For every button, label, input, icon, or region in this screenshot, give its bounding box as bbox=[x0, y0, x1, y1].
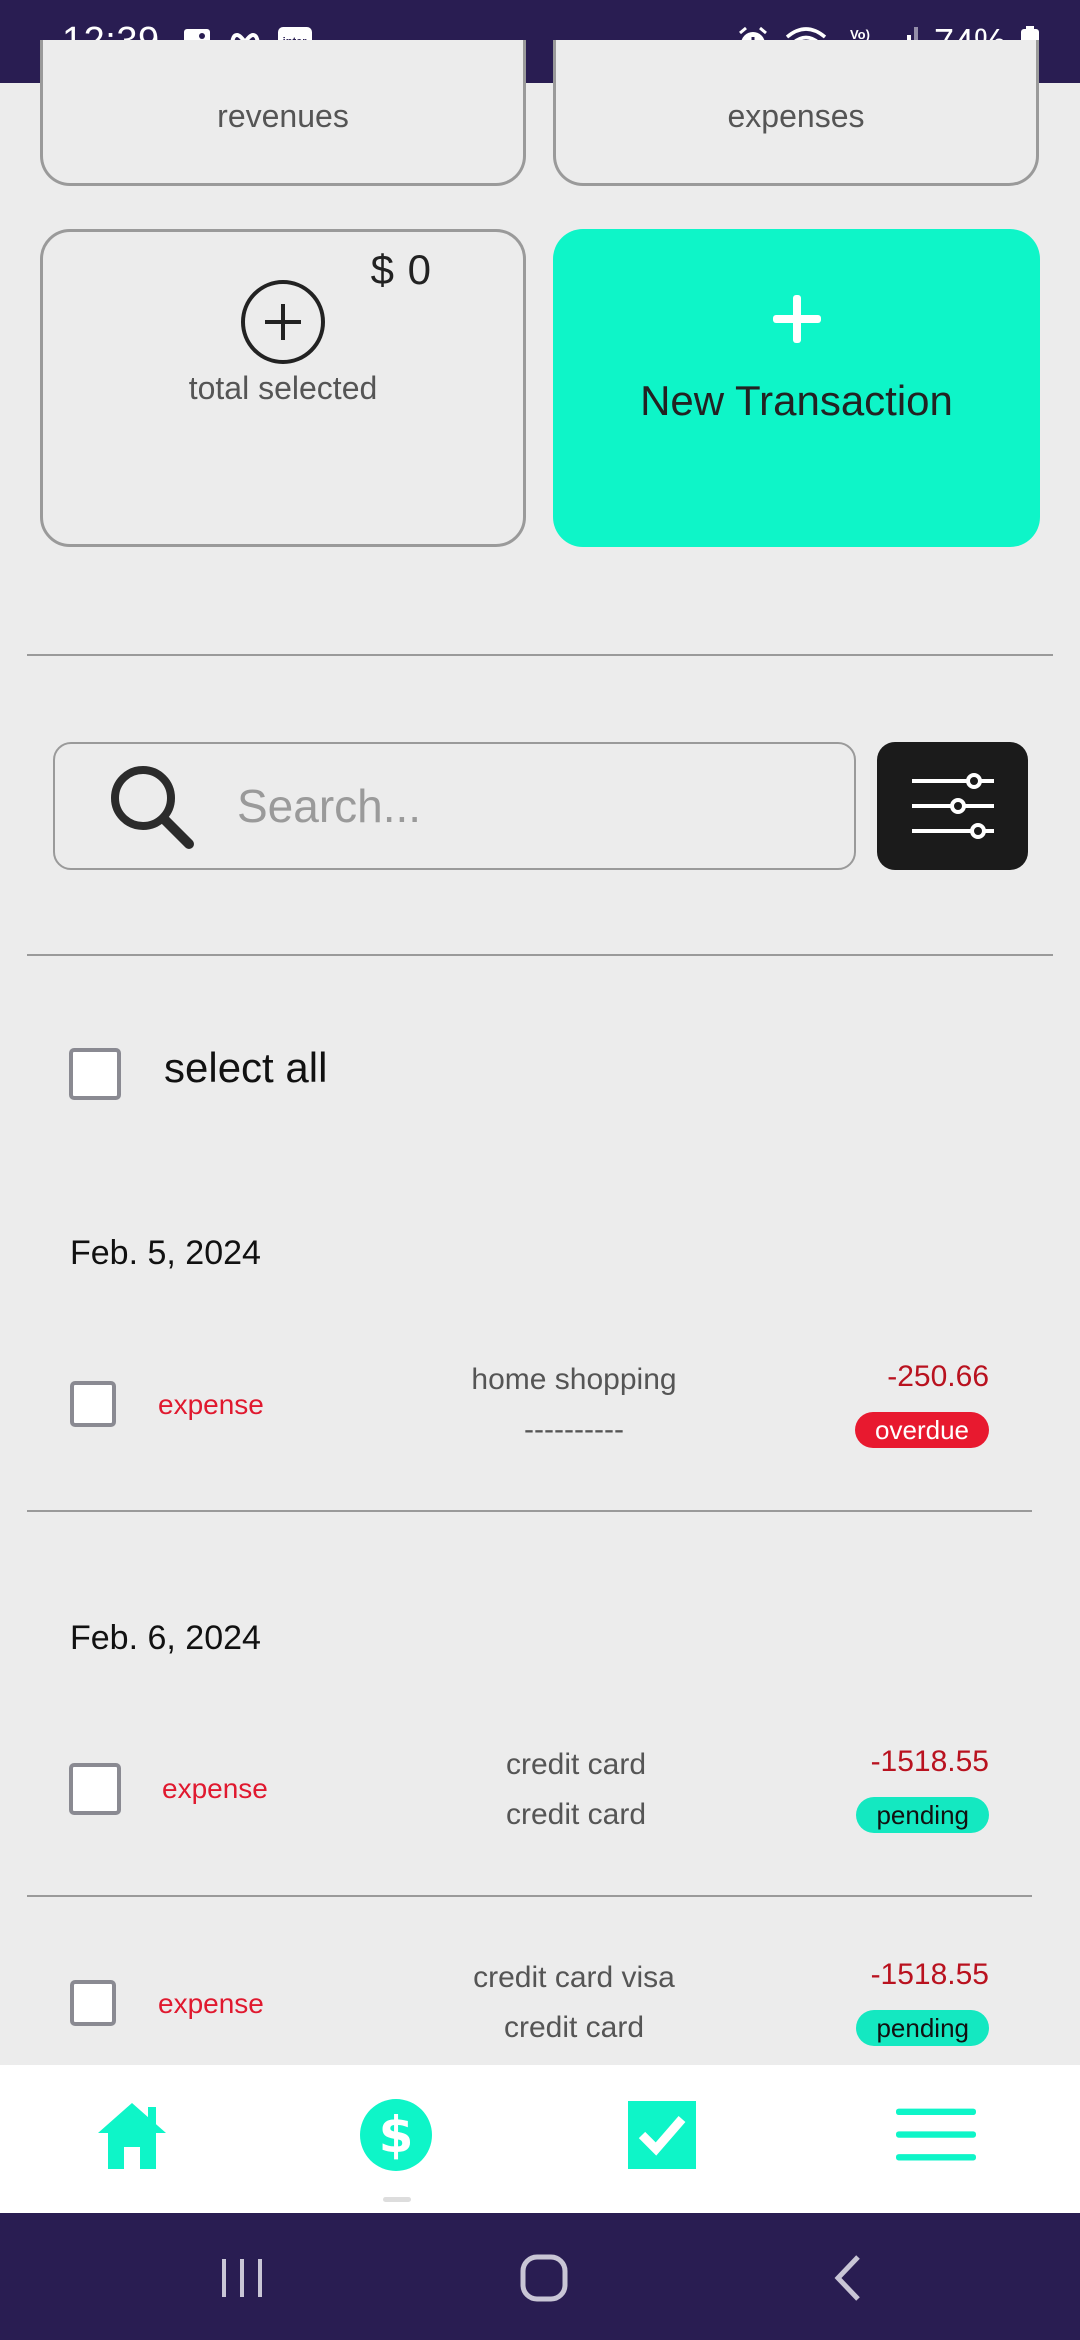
revenues-label: revenues bbox=[217, 98, 349, 134]
search-icon bbox=[111, 766, 194, 849]
transaction-title: credit card bbox=[505, 1748, 647, 1781]
recent-apps-icon bbox=[222, 2259, 262, 2297]
search-input[interactable] bbox=[237, 779, 797, 833]
svg-text:$: $ bbox=[379, 2106, 414, 2164]
menu-icon bbox=[896, 2108, 976, 2161]
transaction-amount: -250.66 bbox=[887, 1360, 989, 1393]
nav-menu[interactable] bbox=[896, 2095, 976, 2175]
transaction-title: credit card visa bbox=[473, 1961, 675, 1994]
home-system-button[interactable] bbox=[514, 2248, 574, 2308]
total-amount: $ 0 bbox=[370, 246, 432, 293]
transaction-type: expense bbox=[162, 1773, 268, 1804]
row-divider bbox=[27, 1895, 1032, 1897]
date-header: Feb. 6, 2024 bbox=[70, 1619, 261, 1657]
nav-tasks[interactable] bbox=[622, 2095, 702, 2175]
search-box[interactable] bbox=[53, 742, 856, 870]
nav-transactions[interactable]: $ bbox=[356, 2095, 436, 2175]
transaction-description: credit card visa credit card bbox=[424, 1953, 724, 2053]
transaction-subtitle: ---------- bbox=[524, 1413, 624, 1446]
system-nav-bar bbox=[0, 2213, 1080, 2340]
section-divider bbox=[27, 954, 1053, 956]
new-transaction-button[interactable]: New Transaction bbox=[553, 229, 1040, 547]
transaction-type: expense bbox=[158, 1389, 264, 1420]
back-chevron-icon bbox=[834, 2255, 860, 2301]
dollar-icon: $ bbox=[360, 2099, 432, 2171]
status-badge: pending bbox=[856, 2010, 989, 2046]
total-selected-label: total selected bbox=[188, 370, 378, 406]
status-badge: overdue bbox=[855, 1412, 989, 1448]
bottom-nav: $ bbox=[0, 2065, 1080, 2213]
filter-button[interactable] bbox=[877, 742, 1028, 870]
date-header: Feb. 5, 2024 bbox=[70, 1234, 261, 1272]
transaction-title: home shopping bbox=[471, 1363, 677, 1396]
transaction-amount: -1518.55 bbox=[870, 1745, 989, 1778]
plus-icon bbox=[772, 295, 821, 343]
active-nav-indicator bbox=[383, 2197, 411, 2202]
transaction-checkbox[interactable] bbox=[70, 1381, 116, 1427]
row-divider bbox=[27, 1510, 1032, 1512]
transaction-description: credit card credit card bbox=[426, 1740, 726, 1840]
home-circle-icon bbox=[520, 2254, 568, 2302]
revenues-card[interactable]: revenues bbox=[40, 40, 526, 186]
expenses-label: expenses bbox=[727, 98, 865, 134]
status-badge: pending bbox=[856, 1797, 989, 1833]
transaction-subtitle: credit card bbox=[505, 1798, 647, 1831]
transaction-type: expense bbox=[158, 1988, 264, 2019]
section-divider bbox=[27, 654, 1053, 656]
total-selected-card[interactable]: $ 0 total selected bbox=[40, 229, 526, 547]
select-all-checkbox[interactable] bbox=[69, 1048, 121, 1100]
plus-circle-icon bbox=[241, 280, 325, 364]
transaction-subtitle: credit card bbox=[503, 2011, 645, 2044]
new-transaction-label: New Transaction bbox=[640, 377, 953, 424]
transaction-checkbox[interactable] bbox=[69, 1763, 121, 1815]
back-button[interactable] bbox=[818, 2248, 878, 2308]
filter-sliders-icon bbox=[911, 773, 994, 839]
transaction-checkbox[interactable] bbox=[70, 1980, 116, 2026]
home-icon bbox=[98, 2103, 166, 2169]
select-all-label: select all bbox=[164, 1044, 328, 1091]
checkbox-icon bbox=[628, 2101, 696, 2169]
expenses-card[interactable]: expenses bbox=[553, 40, 1039, 186]
transaction-amount: -1518.55 bbox=[870, 1958, 989, 1991]
transaction-description: home shopping ---------- bbox=[424, 1355, 724, 1455]
recent-apps-button[interactable] bbox=[213, 2248, 273, 2308]
nav-home[interactable] bbox=[92, 2095, 172, 2175]
